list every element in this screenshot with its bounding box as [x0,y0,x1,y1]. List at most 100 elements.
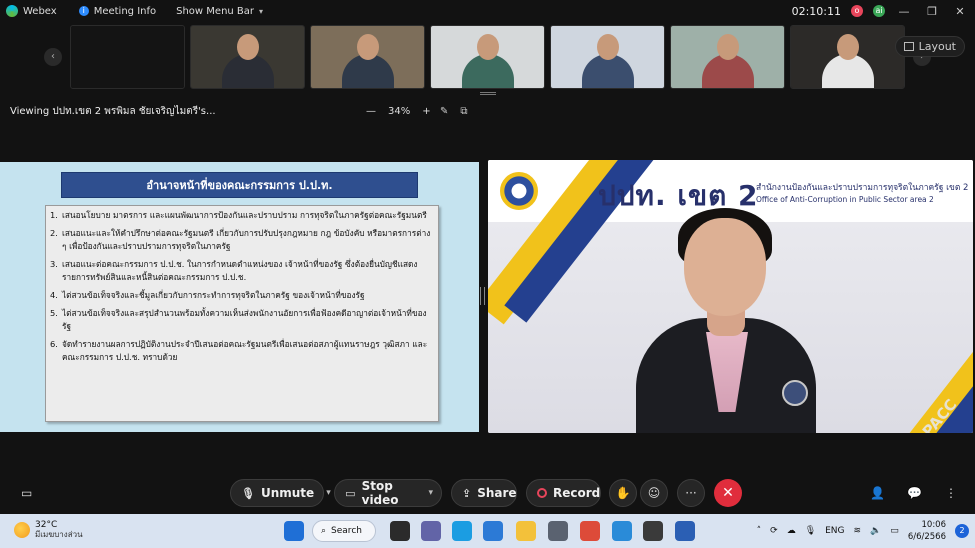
participants-icon[interactable]: 👤 [870,486,885,500]
slide-item-number: 5. [50,308,58,318]
participant-head [716,34,739,60]
media-icon[interactable] [612,521,632,541]
share-icon: ⇪ [462,486,472,500]
language-indicator[interactable]: ENG [825,526,844,536]
slide-list-item: 5. ไต่สวนข้อเท็จจริงและสรุปสำนวนพร้อมทั้ง… [50,307,434,333]
system-clock[interactable]: 10:06 6/6/2566 [908,519,946,543]
speaker-face [684,218,766,316]
slide-list-box: 1. เสนอนโยบาย มาตรการ และแผนพัฒนาการป้องก… [45,205,439,422]
show-menu-bar-button[interactable]: Show Menu Bar ▾ [176,6,263,17]
mic-tray-icon[interactable]: 🎙 [805,526,816,536]
more-options-icon[interactable]: ··· [677,479,705,507]
chrome-icon[interactable] [580,521,600,541]
task-view-icon[interactable] [390,521,410,541]
slide-item-number: 4. [50,290,58,300]
share-view-actions: ✎ ⧉ [440,106,468,117]
network-app-icon[interactable]: ⟳ [770,526,778,536]
webex-menu[interactable]: Webex [6,5,57,17]
ai-assistant-icon[interactable]: ai [873,5,885,17]
slide-item-number: 3. [50,259,58,269]
layout-label: Layout [918,40,956,53]
participant-head [596,34,619,60]
participant-thumbnail[interactable] [550,25,665,89]
meeting-info-label: Meeting Info [93,5,157,17]
minimize-icon[interactable]: — [895,5,913,18]
thumbnail-background [71,26,184,88]
chevron-down-icon[interactable]: ▾ [326,488,331,498]
participant-thumbnail[interactable] [790,25,905,89]
chevron-down-icon[interactable]: ▾ [428,488,433,498]
more-panels-icon[interactable]: ⋮ [945,486,957,500]
panel-splitter[interactable] [480,287,485,305]
volume-icon[interactable]: 🔈 [870,526,881,536]
battery-icon[interactable]: ▭ [890,526,899,536]
slide-item-number: 6. [50,339,58,349]
stop-video-button[interactable]: ▭ Stop video ▾ [334,479,442,507]
annotate-icon[interactable]: ✎ [440,106,448,117]
raise-hand-icon[interactable]: ✋ [609,479,637,507]
participant-thumbnail[interactable] [670,25,785,89]
layout-icon [903,42,914,51]
strip-prev-arrow-icon[interactable]: ‹ [44,48,62,66]
temperature: 32°C [35,520,58,530]
participant-thumbnail[interactable] [70,25,185,89]
slide-list-item: 2. เสนอแนะและให้คำปรึกษาต่อคณะรัฐมนตรี เก… [50,227,434,253]
title-bar-right: 02:10:11 o ai — ❐ ✕ [792,0,969,22]
viewing-label: Viewing ปปท.เขต 2 พรพิมล ชัยเจริญไมตรี's… [10,105,216,117]
slide-list-item: 3. เสนอแนะต่อคณะกรรมการ ป.ป.ช. ในการกำหนด… [50,258,434,284]
zoom-level: 34% [388,105,411,117]
meeting-info-button[interactable]: i Meeting Info [78,5,157,17]
participant-strip: ‹ › Layout [0,22,975,92]
slide-item-text: ไต่สวนข้อเท็จจริงและชี้มูลเกี่ยวกับการกร… [62,290,365,300]
active-speaker-video[interactable]: ปปท. เขต 2 สำนักงานป้องกันและปราบปรามการ… [488,160,973,433]
file-explorer-icon[interactable] [516,521,536,541]
store-icon[interactable] [483,521,503,541]
edge-icon[interactable] [452,521,472,541]
chevron-up-icon[interactable]: ˄ [757,526,762,536]
search-label: Search [331,526,362,536]
captions-icon[interactable]: ▭ [21,486,32,500]
chat-icon[interactable]: 💬 [907,486,922,500]
teams-icon[interactable] [421,521,441,541]
record-button[interactable]: Record [526,479,601,507]
end-call-button[interactable]: ✕ [714,479,742,507]
participant-head [236,34,259,60]
slide-item-text: เสนอแนะและให้คำปรึกษาต่อคณะรัฐมนตรี เกี่… [62,228,431,251]
participant-thumbnail[interactable] [430,25,545,89]
zoom-in-button[interactable]: + [422,106,430,117]
strip-resize-handle[interactable] [480,92,496,95]
webex-icon[interactable] [643,521,663,541]
taskbar-search[interactable]: ⌕ Search [312,520,376,542]
cloud-icon[interactable]: ☁ [787,526,796,536]
app-name: Webex [23,5,57,17]
notification-badge[interactable]: 2 [955,524,969,538]
participant-head [476,34,499,60]
layout-button[interactable]: Layout [894,36,965,57]
windows-icon[interactable] [284,521,304,541]
reactions-icon[interactable]: ☺ [640,479,668,507]
slide-item-number: 1. [50,210,58,220]
restore-icon[interactable]: ❐ [923,5,941,18]
mute-button[interactable]: 🎙 Unmute ▾ [230,479,331,507]
share-view-bar: Viewing ปปท.เขต 2 พรพิมล ชัยเจริญไมตรี's… [0,100,484,122]
weather-widget[interactable]: 32°C มีเมฆบางส่วน [14,520,83,540]
title-bar: Webex i Meeting Info Show Menu Bar ▾ 02:… [0,0,975,22]
stop-video-label: Stop video [361,479,399,507]
popout-icon[interactable]: ⧉ [460,106,467,117]
share-button[interactable]: ⇪ Share [451,479,517,507]
zoom-out-button[interactable]: — [366,106,376,117]
participant-head [836,34,859,60]
settings-icon[interactable] [548,521,568,541]
word-icon[interactable] [675,521,695,541]
show-menu-bar-label: Show Menu Bar [176,5,255,17]
camera-icon: ▭ [345,486,356,500]
wifi-icon[interactable]: ≋ [854,526,862,536]
participant-thumbnail[interactable] [190,25,305,89]
shared-content[interactable]: อำนาจหน้าที่ของคณะกรรมการ ป.ป.ท. 1. เสนอน… [0,162,479,432]
slide-list-item: 1. เสนอนโยบาย มาตรการ และแผนพัฒนาการป้องก… [50,209,434,222]
close-icon[interactable]: ✕ [951,5,969,18]
slide-title: อำนาจหน้าที่ของคณะกรรมการ ป.ป.ท. [61,172,418,198]
slide-list-item: 6. จัดทำรายงานผลการปฏิบัติงานประจำปีเสนอต… [50,338,434,364]
participant-thumbnail[interactable] [310,25,425,89]
recording-indicator-icon[interactable]: o [851,5,863,17]
